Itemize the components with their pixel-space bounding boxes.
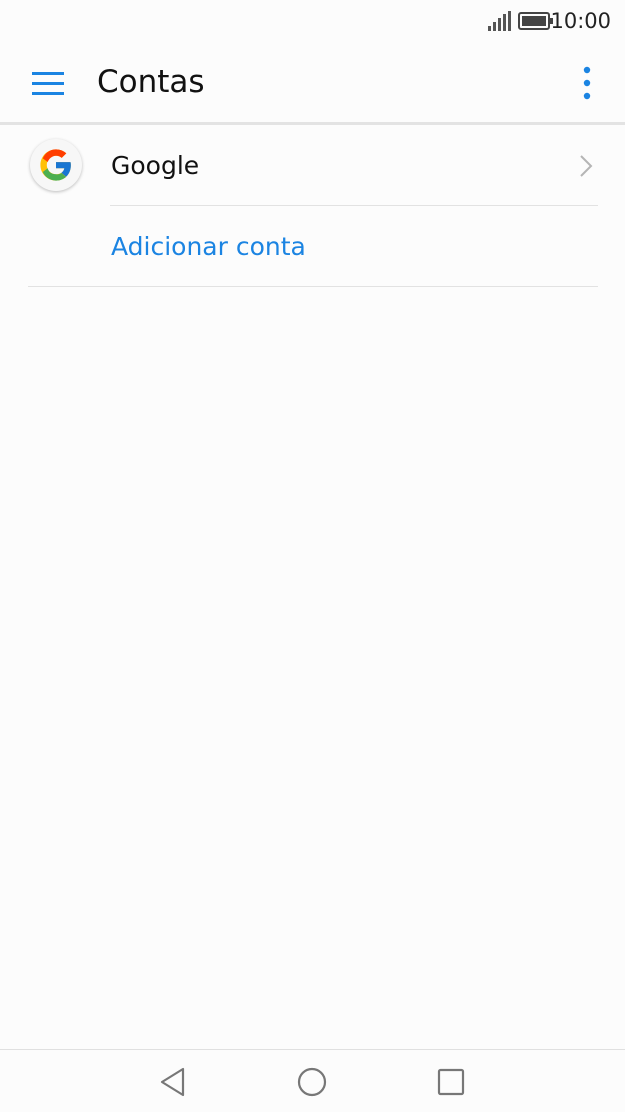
page-title: Contas: [97, 64, 205, 100]
divider: [28, 286, 598, 287]
add-account-button[interactable]: Adicionar conta: [0, 206, 625, 286]
status-time: 10:00: [550, 9, 611, 33]
account-label-google: Google: [111, 151, 200, 180]
account-row-google[interactable]: Google: [0, 125, 625, 206]
chevron-right-icon: [580, 155, 593, 177]
accounts-screen: 10:00 Contas Google Adicionar conta: [0, 0, 625, 1112]
home-icon[interactable]: [295, 1065, 329, 1099]
recent-apps-icon[interactable]: [434, 1065, 468, 1099]
menu-icon[interactable]: [30, 68, 66, 98]
status-bar: 10:00: [0, 0, 625, 42]
navigation-bar: [0, 1049, 625, 1112]
google-icon: [30, 139, 82, 191]
battery-icon: [518, 12, 553, 30]
add-account-label: Adicionar conta: [111, 232, 306, 261]
more-vert-icon[interactable]: [572, 64, 602, 104]
app-bar: Contas: [0, 42, 625, 125]
signal-icon: [488, 11, 511, 31]
back-icon[interactable]: [156, 1065, 190, 1099]
